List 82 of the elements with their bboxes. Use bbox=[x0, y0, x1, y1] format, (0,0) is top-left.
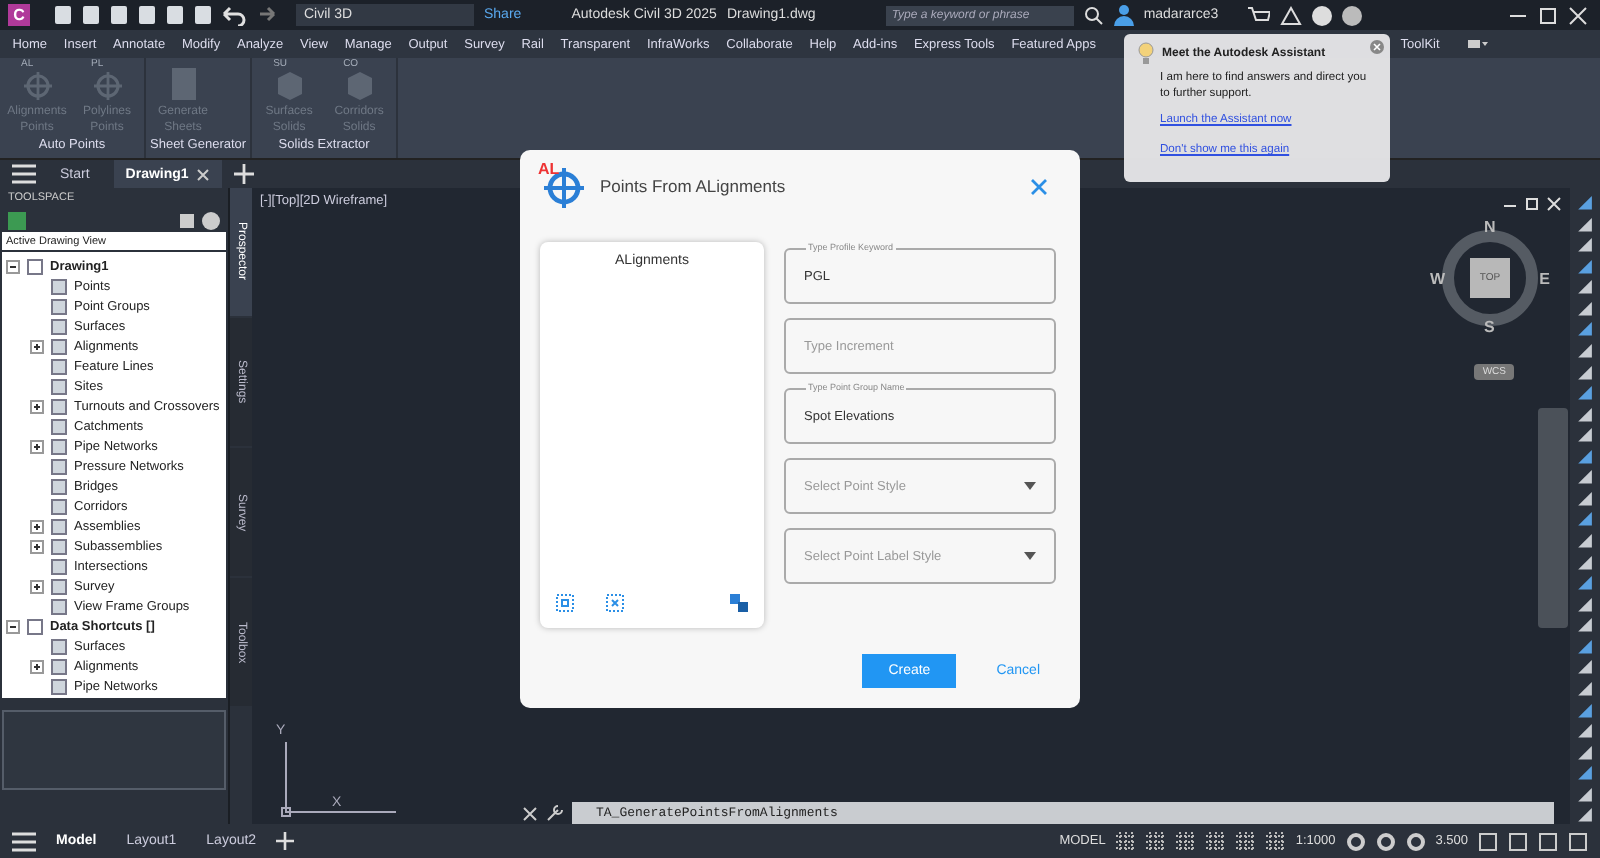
tree-node-icon bbox=[50, 537, 68, 555]
tree-node-icon bbox=[50, 397, 68, 415]
toolbar-file-icon[interactable] bbox=[52, 4, 74, 26]
tree-node-icon bbox=[50, 437, 68, 455]
panel-toggle-icon[interactable] bbox=[1468, 38, 1488, 50]
menu-icon[interactable] bbox=[12, 164, 36, 184]
expand-icon[interactable] bbox=[30, 399, 44, 413]
menu-icon[interactable] bbox=[12, 831, 36, 851]
maximize-icon[interactable] bbox=[1538, 5, 1558, 25]
tree-node-icon bbox=[50, 277, 68, 295]
sheet-icon bbox=[167, 66, 199, 102]
plus-icon[interactable] bbox=[234, 164, 255, 184]
lightbulb-icon bbox=[1138, 42, 1154, 66]
dialog-title: Points From ALignments bbox=[600, 176, 786, 196]
target-icon bbox=[21, 70, 53, 102]
grid-icon[interactable] bbox=[1175, 831, 1196, 851]
grid-icon[interactable] bbox=[1145, 831, 1166, 851]
tree-node-icon bbox=[26, 257, 44, 275]
expand-icon[interactable] bbox=[30, 659, 44, 673]
search-icon[interactable] bbox=[1083, 5, 1104, 25]
compass-label[interactable]: S bbox=[1484, 318, 1495, 336]
wrench-icon[interactable] bbox=[546, 804, 564, 822]
tree-node-icon bbox=[50, 677, 68, 695]
tree-node-icon bbox=[26, 617, 44, 635]
compass-label[interactable]: E bbox=[1539, 270, 1550, 288]
grid-icon[interactable] bbox=[1235, 831, 1256, 851]
select-all-icon[interactable] bbox=[556, 594, 574, 612]
ucs-axes-icon bbox=[276, 742, 396, 822]
plus-icon[interactable] bbox=[276, 832, 295, 850]
restore-icon[interactable] bbox=[1524, 196, 1540, 212]
toolbar-file-icon[interactable] bbox=[108, 4, 130, 26]
clear-selection-icon[interactable] bbox=[606, 594, 624, 612]
target-icon bbox=[91, 70, 123, 102]
cart-icon[interactable] bbox=[1248, 5, 1271, 25]
expand-icon[interactable] bbox=[30, 579, 44, 593]
compass-label[interactable]: W bbox=[1430, 270, 1446, 288]
expand-icon[interactable] bbox=[30, 519, 44, 533]
triangle-logo-icon[interactable] bbox=[1280, 5, 1303, 25]
drawing-status-icon[interactable] bbox=[8, 211, 26, 229]
close-icon[interactable] bbox=[196, 167, 211, 181]
tree-node-icon bbox=[50, 577, 68, 595]
gear-icon[interactable] bbox=[1345, 831, 1366, 851]
grid-icon[interactable] bbox=[1115, 831, 1136, 851]
tree-node-icon bbox=[50, 557, 68, 575]
toolbar-file-icon[interactable] bbox=[80, 4, 102, 26]
tree-node-icon bbox=[50, 317, 68, 335]
panel-tool-icon[interactable] bbox=[178, 211, 196, 229]
grid-icon[interactable] bbox=[1205, 831, 1226, 851]
toolbar-file-icon[interactable] bbox=[136, 4, 158, 26]
expand-icon[interactable] bbox=[30, 339, 44, 353]
close-icon[interactable] bbox=[522, 805, 538, 821]
tree-node-icon bbox=[50, 477, 68, 495]
caret-icon bbox=[1024, 482, 1036, 490]
toolbar-file-icon[interactable] bbox=[192, 4, 214, 26]
tree-node-icon bbox=[50, 637, 68, 655]
tree-node-icon bbox=[50, 377, 68, 395]
caret-icon bbox=[1024, 552, 1036, 560]
tree-node-icon bbox=[50, 517, 68, 535]
expand-icon[interactable] bbox=[30, 539, 44, 553]
compass-label[interactable]: N bbox=[1484, 218, 1496, 236]
cube-icon bbox=[343, 70, 376, 102]
app-logo: AL bbox=[540, 164, 584, 208]
user-icon[interactable] bbox=[1113, 4, 1134, 26]
collapse-icon[interactable] bbox=[6, 619, 20, 633]
tree-node-icon bbox=[50, 657, 68, 675]
tree-node-icon bbox=[50, 297, 68, 315]
tree-node-icon bbox=[50, 357, 68, 375]
tree-node-icon bbox=[50, 497, 68, 515]
pick-icon[interactable] bbox=[730, 594, 748, 612]
gear-icon[interactable] bbox=[1405, 831, 1426, 851]
gear-icon[interactable] bbox=[1375, 831, 1396, 851]
tree-node-icon bbox=[50, 337, 68, 355]
tree-node-icon bbox=[50, 417, 68, 435]
tree-node-icon bbox=[50, 597, 68, 615]
expand-icon[interactable] bbox=[30, 439, 44, 453]
tree-node-icon bbox=[50, 457, 68, 475]
collapse-icon[interactable] bbox=[6, 259, 20, 273]
app-logo[interactable]: C bbox=[8, 4, 30, 26]
undo-icon[interactable] bbox=[220, 4, 246, 26]
cube-icon bbox=[273, 70, 306, 102]
grid-icon[interactable] bbox=[1265, 831, 1286, 851]
toolbar-file-icon[interactable] bbox=[164, 4, 186, 26]
